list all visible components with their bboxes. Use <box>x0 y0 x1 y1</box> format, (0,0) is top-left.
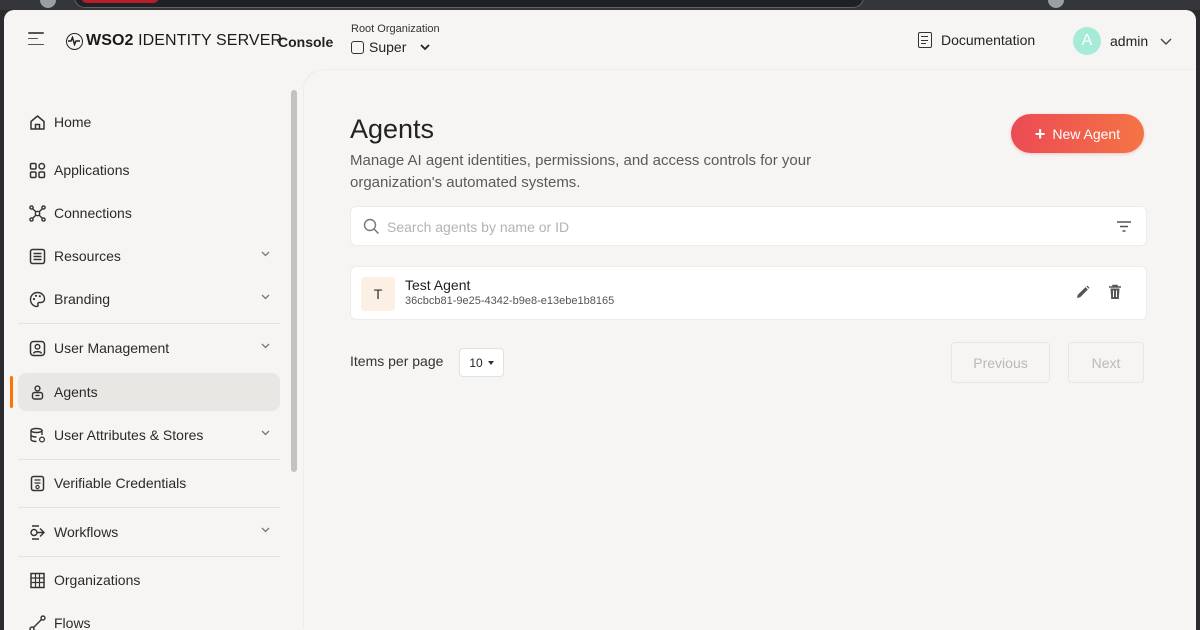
page-title: Agents <box>350 114 435 144</box>
search-bar <box>350 206 1147 246</box>
items-per-page-select[interactable]: 10 <box>459 348 504 377</box>
nav-divider <box>18 556 280 557</box>
sidebar-item-label: Flows <box>54 615 91 630</box>
filter-icon[interactable] <box>1116 220 1132 233</box>
sidebar-item-resources[interactable]: Resources <box>18 237 280 275</box>
sidebar-item-label: Connections <box>54 205 132 221</box>
chevron-down-icon <box>420 43 430 50</box>
sidebar-item-applications[interactable]: Applications <box>18 151 280 189</box>
agent-id: 36cbcb81-9e25-4342-b9e8-e13ebe1b8165 <box>405 295 615 307</box>
sidebar-nav: Home Applications Connections Resources <box>4 70 300 630</box>
sidebar-item-workflows[interactable]: Workflows <box>18 513 280 551</box>
nav-divider <box>18 507 280 508</box>
brand-name: WSO2 IDENTITY SERVER <box>86 32 282 50</box>
chevron-down-icon <box>261 294 270 300</box>
organization-switcher[interactable]: Root Organization Super <box>351 23 440 55</box>
document-icon <box>918 32 932 48</box>
agent-icon <box>27 382 47 402</box>
app-window: WSO2 IDENTITY SERVER Console Root Organi… <box>4 10 1196 630</box>
sidebar-item-user-management[interactable]: User Management <box>18 329 280 367</box>
org-caption: Root Organization <box>351 23 440 35</box>
grid-icon <box>27 160 47 180</box>
nav-divider <box>18 323 280 324</box>
sidebar-item-label: Home <box>54 114 92 130</box>
top-header: WSO2 IDENTITY SERVER Console Root Organi… <box>4 10 1196 70</box>
previous-page-button[interactable]: Previous <box>951 342 1050 383</box>
database-icon <box>27 425 47 445</box>
active-indicator <box>10 376 13 408</box>
wso2-logo[interactable]: WSO2 IDENTITY SERVER <box>66 32 282 50</box>
chevron-down-icon <box>1160 38 1172 45</box>
chevron-down-icon <box>261 343 270 349</box>
url-protocol-badge <box>81 0 159 3</box>
items-per-page-label: Items per page <box>350 353 444 369</box>
chevron-down-icon <box>261 251 270 257</box>
org-name: Super <box>369 39 407 55</box>
caret-down-icon <box>487 360 494 365</box>
sidebar-item-label: Applications <box>54 162 130 178</box>
sidebar-item-label: Resources <box>54 248 121 264</box>
connections-icon <box>27 203 47 223</box>
home-icon <box>27 112 47 132</box>
sidebar-item-home[interactable]: Home <box>18 103 280 141</box>
sidebar-item-label: User Attributes & Stores <box>54 427 204 443</box>
building-icon <box>27 570 47 590</box>
sidebar-item-label: Workflows <box>54 524 119 540</box>
items-per-page-value: 10 <box>469 355 483 370</box>
user-name: admin <box>1110 33 1149 49</box>
search-input[interactable] <box>387 215 1087 239</box>
next-page-button[interactable]: Next <box>1068 342 1144 383</box>
workflow-icon <box>27 522 47 542</box>
search-icon <box>363 218 380 235</box>
list-icon <box>27 246 47 266</box>
agent-avatar: T <box>361 277 395 311</box>
organization-icon <box>351 40 364 54</box>
credential-icon <box>27 473 47 493</box>
sidebar-item-connections[interactable]: Connections <box>18 194 280 232</box>
agent-list-item[interactable]: T Test Agent 36cbcb81-9e25-4342-b9e8-e13… <box>350 266 1147 320</box>
main-content: Agents Manage AI agent identities, permi… <box>304 70 1196 630</box>
brand-strong: WSO2 <box>86 32 134 49</box>
sidebar-item-branding[interactable]: Branding <box>18 280 280 318</box>
sidebar-item-label: Agents <box>54 384 98 400</box>
sidebar-item-flows[interactable]: Flows <box>18 604 280 630</box>
chevron-down-icon <box>261 430 270 436</box>
sidebar-item-label: Organizations <box>54 572 141 588</box>
page-description: Manage AI agent identities, permissions,… <box>350 152 812 191</box>
browser-reload-icon[interactable] <box>40 0 56 8</box>
documentation-label: Documentation <box>941 32 1036 48</box>
sidebar-item-label: User Management <box>54 340 170 356</box>
flow-icon <box>27 613 47 630</box>
browser-chrome <box>0 0 1200 10</box>
sidebar-item-label: Verifiable Credentials <box>54 475 187 491</box>
sidebar-scrollbar[interactable] <box>291 90 297 472</box>
documentation-link[interactable]: Documentation <box>918 32 1035 48</box>
sidebar-item-verifiable-credentials[interactable]: Verifiable Credentials <box>18 464 280 502</box>
trash-icon[interactable] <box>1108 284 1122 300</box>
user-menu[interactable]: A admin <box>1073 27 1172 55</box>
plus-icon: + <box>1034 123 1046 144</box>
sidebar-item-agents[interactable]: Agents <box>18 373 280 411</box>
palette-icon <box>27 289 47 309</box>
sidebar-item-user-attributes-stores[interactable]: User Attributes & Stores <box>18 416 280 454</box>
agent-name: Test Agent <box>405 277 471 293</box>
console-label: Console <box>278 34 334 50</box>
wso2-logo-icon <box>66 32 83 50</box>
sidebar-item-organizations[interactable]: Organizations <box>18 561 280 599</box>
chevron-down-icon <box>261 527 270 533</box>
brand-light: IDENTITY SERVER <box>138 32 283 49</box>
hamburger-menu-icon[interactable] <box>28 32 44 46</box>
avatar: A <box>1073 27 1101 55</box>
new-agent-label: New Agent <box>1052 125 1121 142</box>
browser-profile-icon[interactable] <box>1048 0 1064 8</box>
sidebar-item-label: Branding <box>54 291 111 307</box>
new-agent-button[interactable]: + New Agent <box>1011 114 1144 153</box>
pencil-icon[interactable] <box>1075 285 1090 300</box>
browser-address-bar[interactable] <box>74 0 864 8</box>
user-icon <box>27 338 47 358</box>
nav-divider <box>18 459 280 460</box>
